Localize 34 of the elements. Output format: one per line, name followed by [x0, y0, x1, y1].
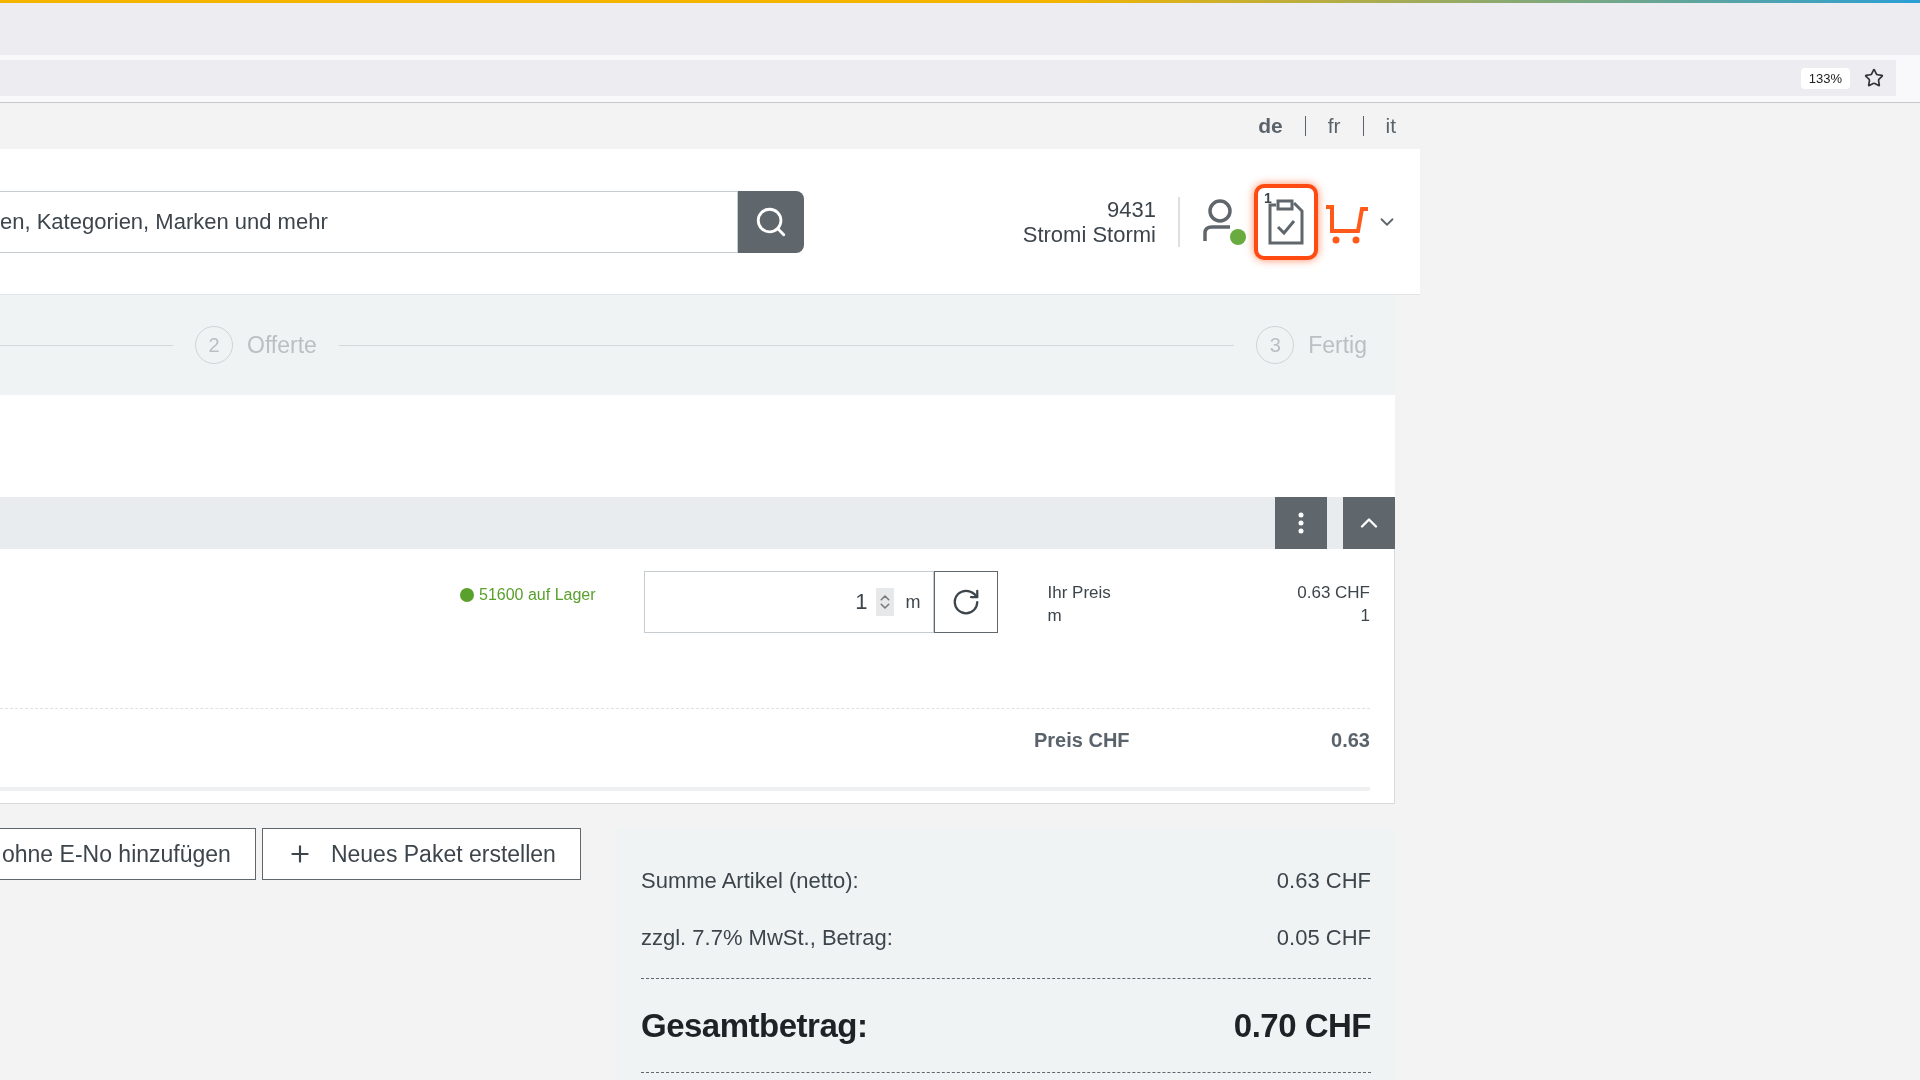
- order-list-button[interactable]: 1: [1254, 183, 1318, 260]
- search-field[interactable]: en, Kategorien, Marken und mehr: [0, 190, 738, 253]
- price-unit: m: [1047, 605, 1063, 627]
- collapse-button[interactable]: [1343, 497, 1395, 549]
- total-value: 0.63: [1331, 729, 1370, 752]
- order-list-count: 1: [1264, 189, 1272, 206]
- user-icon[interactable]: [1202, 196, 1248, 247]
- address-bar[interactable]: 133%: [0, 60, 1896, 96]
- user-name: Stromi Stormi: [1022, 221, 1156, 247]
- more-vertical-icon: [1298, 512, 1304, 534]
- customer-number: 9431: [1107, 196, 1156, 222]
- new-package-button[interactable]: Neues Paket erstellen: [261, 828, 581, 880]
- language-link[interactable]: it: [1385, 114, 1396, 138]
- summary-value: 0.63 CHF: [1276, 867, 1371, 894]
- refresh-button[interactable]: [933, 571, 998, 633]
- language-link[interactable]: fr: [1327, 114, 1341, 138]
- total-label: Preis CHF: [1034, 729, 1130, 752]
- search-button[interactable]: [738, 190, 804, 253]
- bookmark-star-icon[interactable]: [1864, 68, 1884, 88]
- quantity-field[interactable]: 1 m: [643, 571, 934, 633]
- stock-status: 51600 auf Lager: [460, 585, 596, 605]
- unit-price: 0.63 CHF: [1297, 582, 1370, 604]
- unit-label: m: [905, 591, 921, 613]
- price-label: Ihr Preis: [1047, 582, 1111, 604]
- spinner-icon[interactable]: [875, 588, 894, 616]
- language-link[interactable]: de: [1258, 114, 1283, 138]
- summary-value: 0.05 CHF: [1276, 924, 1371, 951]
- zoom-badge[interactable]: 133%: [1800, 67, 1850, 89]
- price-quantity: 1: [1360, 605, 1370, 627]
- summary-label: Summe Artikel (netto):: [641, 867, 859, 894]
- grand-total-value: 0.70 CHF: [1233, 1006, 1371, 1045]
- summary-label: zzgl. 7.7% MwSt., Betrag:: [641, 924, 893, 951]
- add-item-button[interactable]: ohne E-No hinzufügen: [0, 828, 256, 880]
- grand-total-label: Gesamtbetrag:: [641, 1006, 868, 1045]
